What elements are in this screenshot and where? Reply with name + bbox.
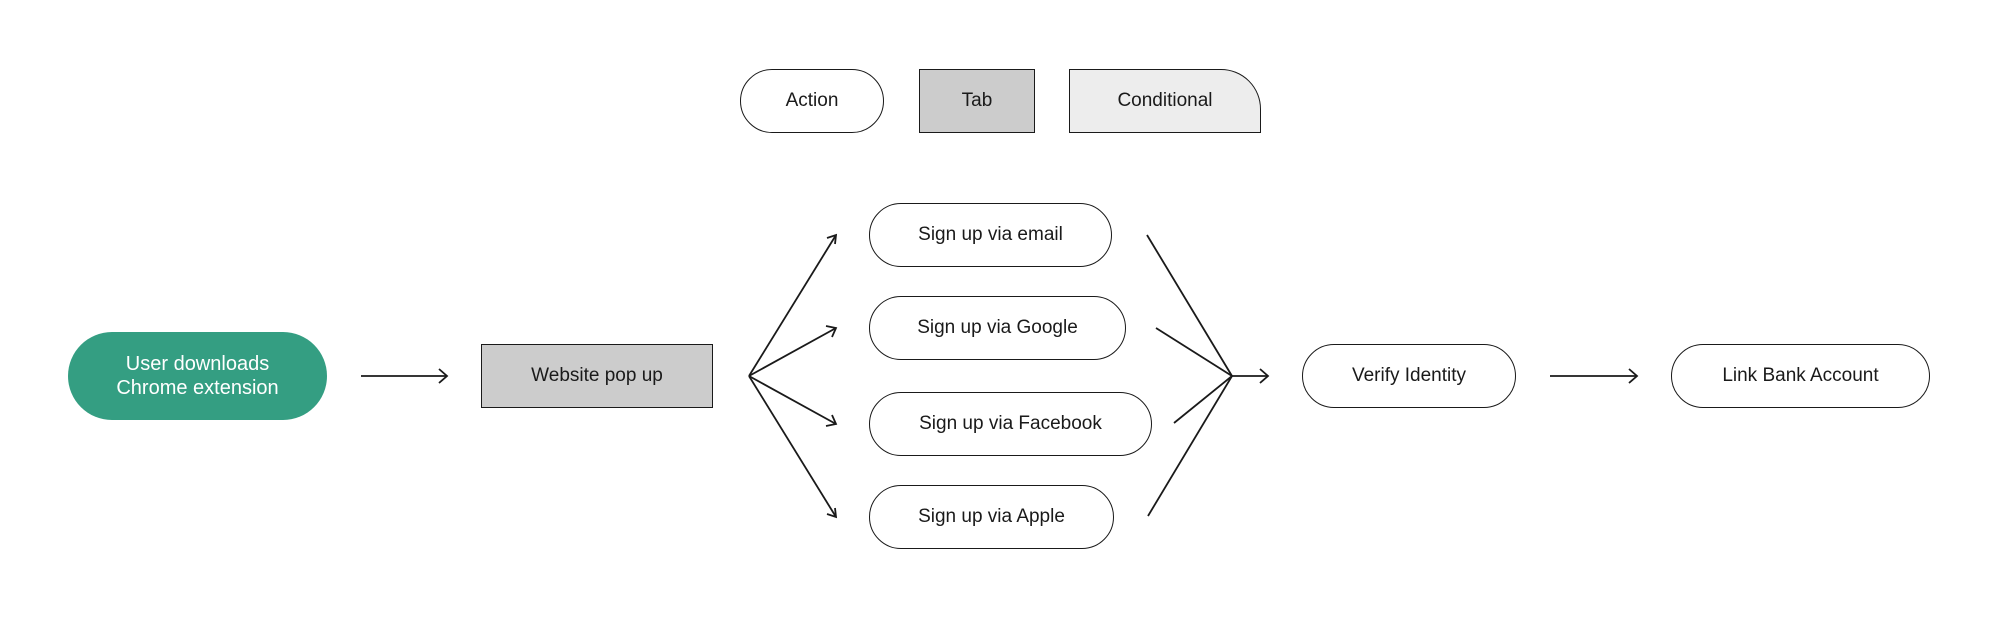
website-popup-node: Website pop up xyxy=(481,344,713,408)
line-facebook-to-verify xyxy=(1173,375,1233,424)
signup-email-node: Sign up via email xyxy=(869,203,1112,267)
signup-facebook-label: Sign up via Facebook xyxy=(919,413,1102,434)
signup-google-node: Sign up via Google xyxy=(869,296,1126,360)
arrow-popup-to-apple xyxy=(748,375,838,519)
start-node-line1: User downloads xyxy=(125,353,270,375)
signup-email-label: Sign up via email xyxy=(918,224,1063,245)
start-node-line2: Chrome extension xyxy=(116,377,279,399)
signup-apple-label: Sign up via Apple xyxy=(918,506,1065,527)
legend-action: Action xyxy=(740,69,884,133)
signup-google-label: Sign up via Google xyxy=(917,317,1078,338)
link-bank-account-node: Link Bank Account xyxy=(1671,344,1930,408)
signup-apple-node: Sign up via Apple xyxy=(869,485,1114,549)
arrow-popup-to-google xyxy=(748,325,838,377)
legend-tab-label: Tab xyxy=(961,90,993,111)
arrow-verify-to-link-bank xyxy=(1550,368,1639,384)
website-popup-label: Website pop up xyxy=(531,365,663,386)
arrow-popup-to-email xyxy=(748,233,838,377)
line-google-to-verify xyxy=(1155,327,1233,377)
start-node: User downloads Chrome extension xyxy=(68,332,327,420)
arrow-popup-to-facebook xyxy=(748,375,838,427)
legend-tab: Tab xyxy=(919,69,1035,133)
verify-identity-label: Verify Identity xyxy=(1351,365,1467,386)
arrow-merge-to-verify xyxy=(1232,368,1270,384)
legend-action-label: Action xyxy=(785,90,839,111)
arrow-start-to-popup xyxy=(361,368,449,384)
line-apple-to-verify xyxy=(1147,375,1233,517)
link-bank-account-label: Link Bank Account xyxy=(1722,365,1879,386)
signup-facebook-node: Sign up via Facebook xyxy=(869,392,1152,456)
line-email-to-verify xyxy=(1146,234,1233,377)
legend-conditional-label: Conditional xyxy=(1117,90,1213,111)
legend-conditional: Conditional xyxy=(1069,69,1261,133)
verify-identity-node: Verify Identity xyxy=(1302,344,1516,408)
